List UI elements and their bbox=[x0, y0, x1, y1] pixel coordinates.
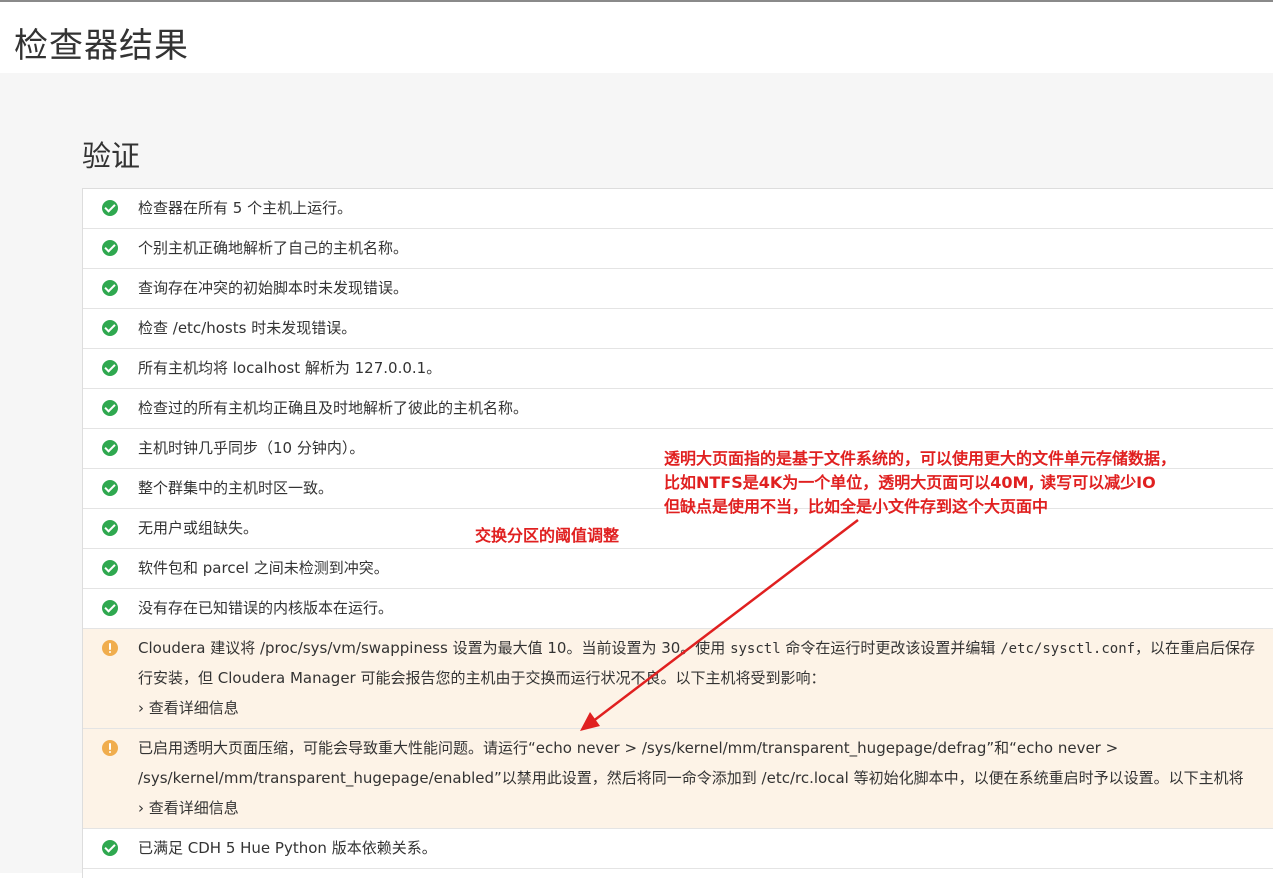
section-title: 验证 bbox=[82, 139, 141, 173]
result-text: 软件包和 parcel 之间未检测到冲突。 bbox=[138, 559, 389, 577]
exclamation-circle-icon bbox=[102, 640, 118, 656]
check-circle-icon bbox=[102, 480, 118, 496]
result-row: 软件包和 parcel 之间未检测到冲突。 bbox=[83, 549, 1273, 589]
result-text: 所有主机均将 localhost 解析为 127.0.0.1。 bbox=[138, 359, 442, 377]
sysctl-command: sysctl bbox=[730, 641, 781, 657]
check-circle-icon bbox=[102, 240, 118, 256]
check-circle-icon bbox=[102, 200, 118, 216]
result-row: 个别主机正确地解析了自己的主机名称。 bbox=[83, 229, 1273, 269]
result-text: 整个群集中的主机时区一致。 bbox=[138, 479, 334, 497]
warning-row-hugepage: 已启用透明大页面压缩，可能会导致重大性能问题。请运行“echo never > … bbox=[83, 729, 1273, 829]
view-details-link[interactable]: › 查看详细信息 bbox=[138, 793, 239, 823]
annotation-hugepage-line3: 但缺点是使用不当，比如全是小文件存到这个大页面中 bbox=[664, 497, 1049, 516]
check-circle-icon bbox=[102, 560, 118, 576]
check-circle-icon bbox=[102, 400, 118, 416]
warning-text-part: Cloudera 建议将 /proc/sys/vm/swappiness 设置为… bbox=[138, 639, 731, 657]
exclamation-circle-icon bbox=[102, 740, 118, 756]
result-row: 没有存在已知错误的内核版本在运行。 bbox=[83, 589, 1273, 629]
warning-row-swappiness: Cloudera 建议将 /proc/sys/vm/swappiness 设置为… bbox=[83, 629, 1273, 729]
annotation-hugepage-line1: 透明大页面指的是基于文件系统的，可以使用更大的文件单元存储数据， bbox=[664, 449, 1177, 468]
check-circle-icon bbox=[102, 840, 118, 856]
warning-text-line1: 已启用透明大页面压缩，可能会导致重大性能问题。请运行“echo never > … bbox=[138, 739, 1119, 757]
check-circle-icon bbox=[102, 440, 118, 456]
results-list: 检查器在所有 5 个主机上运行。 个别主机正确地解析了自己的主机名称。 查询存在… bbox=[82, 188, 1273, 878]
result-row: 已满足 CDH 5 Hue Python 版本依赖关系。 bbox=[83, 829, 1273, 869]
result-row: 检查 /etc/hosts 时未发现错误。 bbox=[83, 309, 1273, 349]
result-text: 检查 /etc/hosts 时未发现错误。 bbox=[138, 319, 357, 337]
page-header: 检查器结果 bbox=[0, 2, 1273, 73]
check-circle-icon bbox=[102, 320, 118, 336]
view-details-link[interactable]: › 查看详细信息 bbox=[138, 693, 239, 723]
check-circle-icon bbox=[102, 280, 118, 296]
annotation-swap: 交换分区的阈值调整 bbox=[475, 526, 620, 545]
warning-text-line2: /sys/kernel/mm/transparent_hugepage/enab… bbox=[138, 769, 1244, 787]
warning-text-part: ，以在重启后保存 bbox=[1135, 639, 1256, 657]
result-row: 所有主机均将 localhost 解析为 127.0.0.1。 bbox=[83, 349, 1273, 389]
warning-text-line1: Cloudera 建议将 /proc/sys/vm/swappiness 设置为… bbox=[138, 633, 1255, 664]
warning-text-line2: 行安装，但 Cloudera Manager 可能会报告您的主机由于交换而运行状… bbox=[138, 669, 826, 687]
result-row: 检查过的所有主机均正确且及时地解析了彼此的主机名称。 bbox=[83, 389, 1273, 429]
result-row: 查询存在冲突的初始脚本时未发现错误。 bbox=[83, 269, 1273, 309]
page-title: 检查器结果 bbox=[14, 26, 189, 66]
sysctl-conf-path: /etc/sysctl.conf bbox=[1000, 641, 1136, 657]
result-text: 检查过的所有主机均正确且及时地解析了彼此的主机名称。 bbox=[138, 399, 529, 417]
result-text: 个别主机正确地解析了自己的主机名称。 bbox=[138, 239, 409, 257]
result-text: 主机时钟几乎同步（10 分钟内）。 bbox=[138, 439, 365, 457]
result-text: 无用户或组缺失。 bbox=[138, 519, 259, 537]
result-row: 检查器在所有 5 个主机上运行。 bbox=[83, 189, 1273, 229]
check-circle-icon bbox=[102, 600, 118, 616]
result-text: 已满足 CDH 5 Hue Python 版本依赖关系。 bbox=[138, 839, 437, 857]
annotation-hugepage-line2: 比如NTFS是4K为一个单位，透明大页面可以40M, 读写可以减少IO bbox=[664, 473, 1156, 492]
warning-text-part: 命令在运行时更改该设置并编辑 bbox=[780, 639, 1001, 657]
result-text: 查询存在冲突的初始脚本时未发现错误。 bbox=[138, 279, 409, 297]
result-text: 检查器在所有 5 个主机上运行。 bbox=[138, 199, 353, 217]
result-text: 没有存在已知错误的内核版本在运行。 bbox=[138, 599, 394, 617]
check-circle-icon bbox=[102, 520, 118, 536]
check-circle-icon bbox=[102, 360, 118, 376]
